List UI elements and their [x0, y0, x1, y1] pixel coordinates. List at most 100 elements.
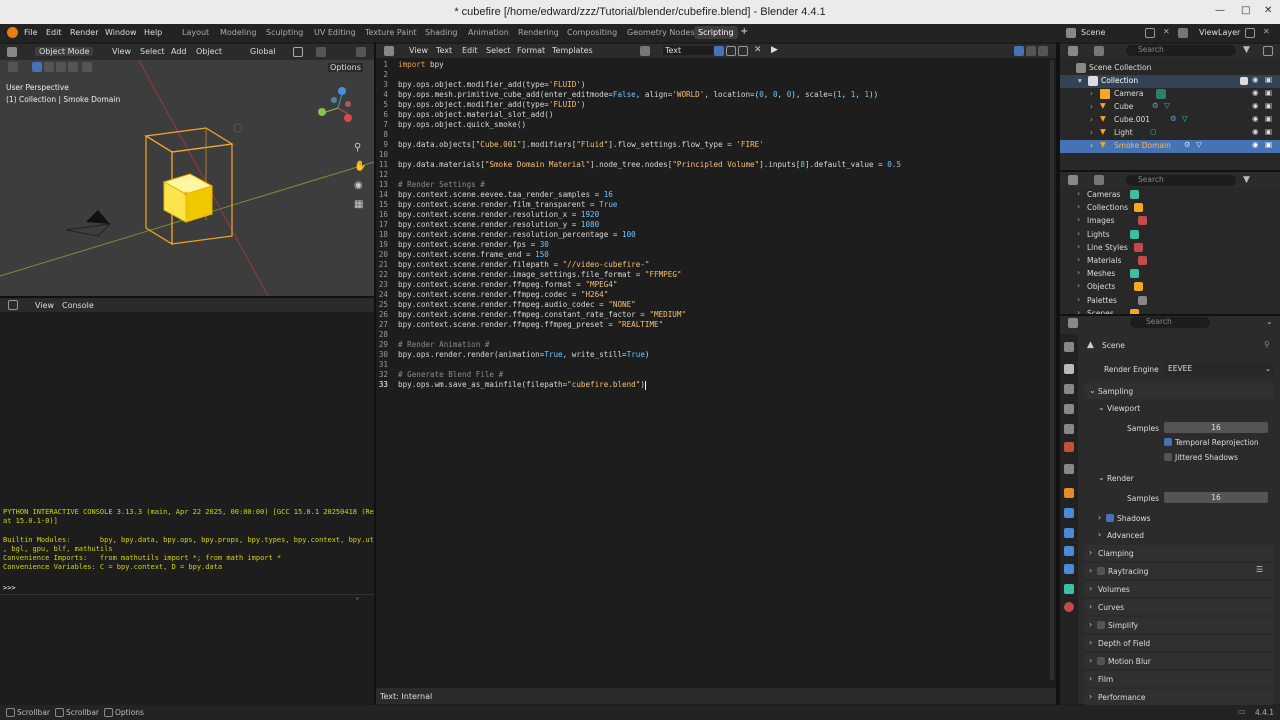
visibility-eye-icon[interactable]: ◉	[1252, 75, 1259, 84]
render-camera-icon[interactable]: ▣	[1265, 101, 1272, 110]
viewport-menu-view[interactable]: View	[112, 47, 131, 56]
code-line[interactable]: # Render Settings #	[398, 180, 485, 189]
maximize-icon[interactable]: □	[1241, 5, 1250, 16]
shadows-checkbox[interactable]	[1106, 514, 1114, 522]
data-api-item[interactable]: Objects	[1087, 282, 1115, 291]
code-line[interactable]: # Generate Blend File #	[398, 370, 503, 379]
editor-scrollbar[interactable]	[1050, 60, 1054, 680]
menu-render[interactable]: Render	[70, 28, 98, 37]
console-menu-console[interactable]: Console	[62, 301, 94, 310]
data-search-input[interactable]: Search	[1126, 175, 1236, 186]
console-editor-type-icon[interactable]	[8, 300, 18, 310]
mode-selector[interactable]: Object Mode	[35, 47, 94, 56]
props-search-input[interactable]: Search	[1130, 317, 1210, 328]
data-api-item[interactable]: Cameras	[1087, 190, 1120, 199]
render-samples-field[interactable]: 16	[1164, 492, 1268, 503]
expand-icon[interactable]: ›	[1077, 202, 1080, 211]
outliner-collection[interactable]: ▾ Collection ◉ ▣	[1060, 75, 1280, 88]
presets-icon[interactable]: ☰	[1256, 565, 1263, 574]
material-tab-icon[interactable]	[1064, 602, 1074, 612]
viewport-options-button[interactable]: Options	[328, 63, 363, 72]
code-line[interactable]: bpy.ops.object.modifier_add(type='FLUID'…	[398, 80, 585, 89]
data-api-item[interactable]: Materials	[1087, 256, 1121, 265]
collapse-icon[interactable]: ▾	[1078, 76, 1082, 85]
unlink-text-icon[interactable]: ✕	[754, 45, 762, 55]
open-text-icon[interactable]	[738, 46, 748, 56]
close-icon[interactable]: ✕	[1264, 5, 1272, 16]
minimize-icon[interactable]: —	[1215, 5, 1225, 16]
render-camera-icon[interactable]: ▣	[1265, 140, 1272, 149]
select-tool-icon[interactable]	[8, 62, 18, 72]
outliner-item-smoke-domain[interactable]: › ▼ Smoke Domain ⚙ ▽ ◉ ▣	[1060, 140, 1280, 153]
shadows-expand-icon[interactable]: ›	[1098, 513, 1101, 522]
scene-name[interactable]: Scene	[1081, 28, 1105, 37]
view-layer-tab-icon[interactable]	[1064, 404, 1074, 414]
outliner-scene-collection[interactable]: Scene Collection	[1060, 62, 1280, 75]
collection-checkbox[interactable]	[1240, 77, 1248, 85]
render-camera-icon[interactable]: ▣	[1265, 127, 1272, 136]
code-line[interactable]: bpy.context.scene.frame_end = 150	[398, 250, 549, 259]
viewport-menu-add[interactable]: Add	[171, 47, 187, 56]
display-mode-icon[interactable]	[1094, 46, 1104, 56]
word-wrap-icon[interactable]	[1026, 46, 1036, 56]
menu-help[interactable]: Help	[144, 28, 162, 37]
syntax-highlight-icon[interactable]	[1038, 46, 1048, 56]
camera-view-icon[interactable]: ◉	[354, 180, 363, 191]
orientation-selector[interactable]: Global	[250, 47, 276, 56]
particles-tab-icon[interactable]	[1064, 528, 1074, 538]
code-line[interactable]: bpy.ops.object.quick_smoke()	[398, 120, 526, 129]
proportional-icon[interactable]	[356, 47, 366, 57]
data-api-item[interactable]: Meshes	[1087, 269, 1115, 278]
navigation-gizmo[interactable]	[312, 84, 358, 130]
select-intersect-icon[interactable]	[82, 62, 92, 72]
object-tab-icon[interactable]	[1064, 488, 1074, 498]
outliner-search-input[interactable]: Search	[1126, 45, 1236, 56]
tab-scripting[interactable]: Scripting	[694, 26, 738, 39]
select-extend-icon[interactable]	[44, 62, 54, 72]
viewlayer-name[interactable]: ViewLayer	[1199, 28, 1240, 37]
code-line[interactable]: bpy.ops.mesh.primitive_cube_add(enter_ed…	[398, 90, 878, 99]
add-workspace-icon[interactable]: +	[740, 26, 748, 37]
advanced-subpanel[interactable]: Advanced	[1107, 531, 1144, 540]
output-tab-icon[interactable]	[1064, 384, 1074, 394]
panel-checkbox[interactable]	[1097, 621, 1105, 629]
panel-header[interactable]: › Film	[1084, 671, 1274, 687]
viewport-menu-select[interactable]: Select	[140, 47, 165, 56]
data-editor-type-icon[interactable]	[1068, 175, 1078, 185]
select-invert-icon[interactable]	[68, 62, 78, 72]
tab-compositing[interactable]: Compositing	[567, 28, 617, 37]
physics-tab-icon[interactable]	[1064, 546, 1074, 556]
code-line[interactable]: import bpy	[398, 60, 444, 69]
data-tab-icon[interactable]	[1064, 584, 1074, 594]
render-collapse-icon[interactable]: ⌄	[1098, 473, 1105, 482]
visibility-eye-icon[interactable]: ◉	[1252, 127, 1259, 136]
outliner-editor-type-icon[interactable]	[1068, 46, 1078, 56]
panel-header[interactable]: › Volumes	[1084, 581, 1274, 597]
snap-icon[interactable]	[316, 47, 326, 57]
new-collection-icon[interactable]	[1263, 46, 1273, 56]
panel-checkbox[interactable]	[1097, 657, 1105, 665]
tab-animation[interactable]: Animation	[468, 28, 509, 37]
menu-window[interactable]: Window	[105, 28, 137, 37]
render-camera-icon[interactable]: ▣	[1265, 88, 1272, 97]
text-editor-type-icon[interactable]	[384, 46, 394, 56]
text-browse-icon[interactable]	[640, 46, 650, 56]
expand-icon[interactable]: ›	[1077, 255, 1080, 264]
expand-icon[interactable]: ›	[1077, 215, 1080, 224]
new-scene-icon[interactable]	[1145, 28, 1155, 38]
tab-layout[interactable]: Layout	[182, 28, 209, 37]
code-line[interactable]: bpy.context.scene.render.ffmpeg.format =…	[398, 280, 617, 289]
code-line[interactable]: bpy.context.scene.render.ffmpeg.constant…	[398, 310, 686, 319]
expand-icon[interactable]: ›	[1077, 295, 1080, 304]
data-api-item[interactable]: Palettes	[1087, 296, 1117, 305]
pivot-icon[interactable]	[293, 47, 303, 57]
outliner-item-cube[interactable]: › ▼ Cube ⚙ ▽ ◉ ▣	[1060, 101, 1280, 114]
viewport-samples-field[interactable]: 16	[1164, 422, 1268, 433]
sampling-panel-header[interactable]: ⌄ Sampling	[1084, 383, 1274, 399]
render-camera-icon[interactable]: ▣	[1265, 114, 1272, 123]
expand-icon[interactable]: ›	[1077, 242, 1080, 251]
code-line[interactable]: bpy.context.scene.render.film_transparen…	[398, 200, 617, 209]
3d-viewport[interactable]	[0, 44, 374, 296]
zoom-icon[interactable]: ⚲	[354, 142, 361, 153]
text-menu-text[interactable]: Text	[436, 46, 452, 55]
